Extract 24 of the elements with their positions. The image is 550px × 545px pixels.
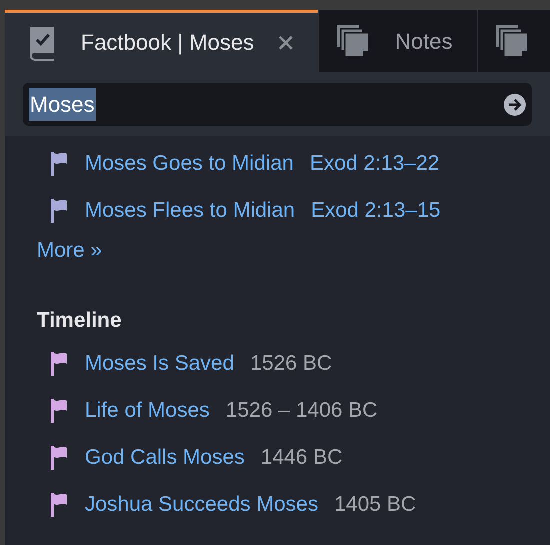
event-date: 1446 BC xyxy=(260,444,343,471)
timeline-event-link[interactable]: Moses Is Saved xyxy=(85,348,234,380)
tab[interactable]: Factbook | Moses xyxy=(5,10,318,72)
section-heading: Timeline xyxy=(37,308,122,334)
scripture-reference-link[interactable]: Exod 2:13–22 xyxy=(310,148,440,180)
stacked-pages-icon xyxy=(494,23,530,59)
event-date: 1526 BC xyxy=(250,350,332,377)
event-link[interactable]: Moses Goes to Midian xyxy=(85,148,294,180)
event-date: 1526 – 1406 BC xyxy=(226,398,378,424)
tab-label: Factbook | Moses xyxy=(80,29,256,57)
stacked-pages-icon xyxy=(335,23,372,59)
event-date: 1405 BC xyxy=(334,492,416,518)
scripture-reference-link[interactable]: Exod 2:13–15 xyxy=(311,194,441,226)
event-link[interactable]: Moses Flees to Midian xyxy=(85,194,296,226)
more-link[interactable]: More » xyxy=(37,235,102,267)
close-icon xyxy=(278,34,294,50)
search-field[interactable]: Moses xyxy=(23,83,532,126)
search-text: Moses xyxy=(29,88,96,121)
checked-book-icon xyxy=(29,24,57,60)
timeline-event-link[interactable]: God Calls Moses xyxy=(85,442,245,474)
timeline-event-link[interactable]: Life of Moses xyxy=(85,394,210,426)
tab-label: Notes xyxy=(394,28,454,56)
close-button[interactable] xyxy=(278,34,294,50)
timeline-event-link[interactable]: Joshua Succeeds Moses xyxy=(85,488,318,520)
